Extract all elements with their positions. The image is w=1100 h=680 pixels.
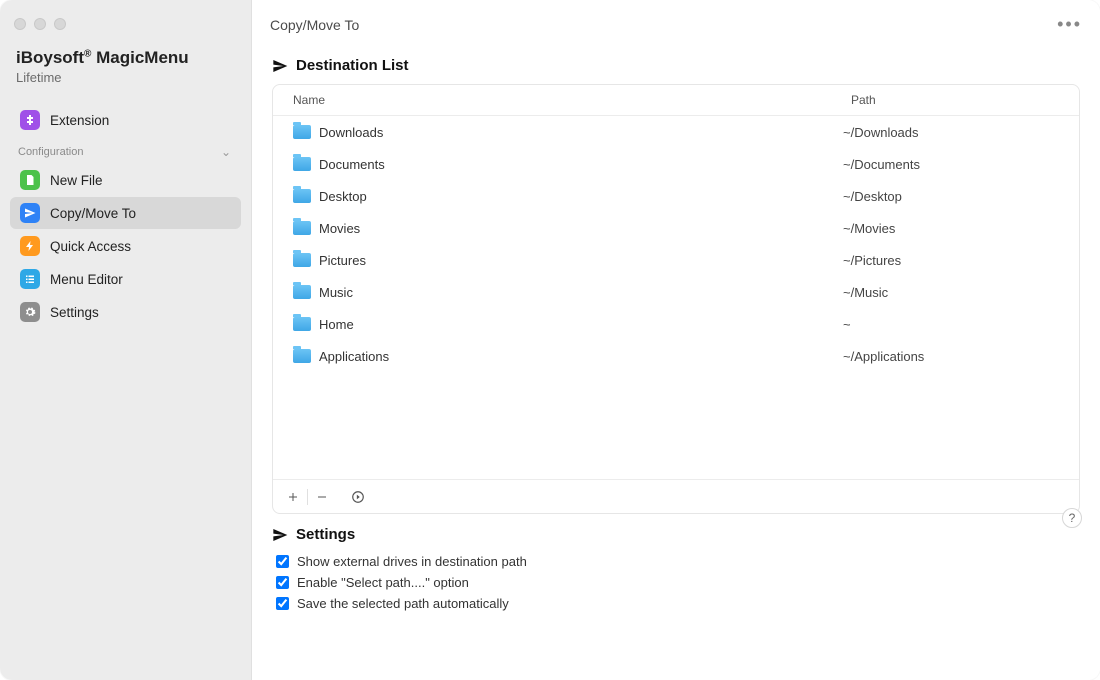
- sidebar-item-label: Quick Access: [50, 239, 131, 254]
- table-body: Downloads ~/Downloads Documents ~/Documents…: [273, 116, 1079, 479]
- sidebar-item-label: Copy/Move To: [50, 206, 136, 221]
- destination-list-heading: Destination List: [252, 43, 1100, 84]
- more-options-button[interactable]: •••: [1057, 14, 1082, 35]
- folder-icon: [293, 349, 311, 363]
- gear-icon: [20, 302, 40, 322]
- sidebar-item-label: Menu Editor: [50, 272, 123, 287]
- app-title: iBoysoft® MagicMenu: [0, 48, 251, 70]
- close-window-button[interactable]: [14, 18, 26, 30]
- minus-icon: [316, 491, 328, 503]
- destination-name: Desktop: [319, 189, 367, 204]
- settings-option[interactable]: Show external drives in destination path: [272, 551, 1080, 572]
- settings-checkbox[interactable]: [276, 597, 289, 610]
- minimize-window-button[interactable]: [34, 18, 46, 30]
- destination-path: ~/Applications: [843, 349, 1079, 364]
- app-window: iBoysoft® MagicMenu Lifetime Extension C…: [0, 0, 1100, 680]
- destination-name: Music: [319, 285, 353, 300]
- window-controls: [0, 8, 251, 48]
- extension-icon: [20, 110, 40, 130]
- remove-destination-button[interactable]: [308, 485, 336, 509]
- sidebar-item-label: Extension: [50, 113, 109, 128]
- settings-heading-text: Settings: [296, 526, 355, 543]
- bolt-icon: [20, 236, 40, 256]
- table-row[interactable]: Movies ~/Movies: [273, 212, 1079, 244]
- destination-list-heading-text: Destination List: [296, 57, 409, 74]
- table-row[interactable]: Applications ~/Applications: [273, 340, 1079, 372]
- destination-name: Movies: [319, 221, 360, 236]
- settings-checkbox[interactable]: [276, 555, 289, 568]
- table-row[interactable]: Desktop ~/Desktop: [273, 180, 1079, 212]
- settings-option[interactable]: Save the selected path automatically: [272, 593, 1080, 614]
- destination-path: ~: [843, 317, 1079, 332]
- settings-checkbox[interactable]: [276, 576, 289, 589]
- destination-path: ~/Documents: [843, 157, 1079, 172]
- destination-path: ~/Movies: [843, 221, 1079, 236]
- sidebar-item-new-file[interactable]: New File: [10, 164, 241, 196]
- column-header-name[interactable]: Name: [273, 85, 843, 115]
- sidebar-item-label: New File: [50, 173, 103, 188]
- sidebar-section-configuration[interactable]: Configuration ⌄: [0, 137, 251, 163]
- add-destination-button[interactable]: [279, 485, 307, 509]
- table-footer: [273, 479, 1079, 513]
- sidebar-section-label: Configuration: [18, 146, 83, 158]
- destination-path: ~/Downloads: [843, 125, 1079, 140]
- sidebar-item-settings[interactable]: Settings: [10, 296, 241, 328]
- table-row[interactable]: Pictures ~/Pictures: [273, 244, 1079, 276]
- license-label: Lifetime: [0, 70, 251, 103]
- table-header: Name Path: [273, 85, 1079, 116]
- sidebar-item-label: Settings: [50, 305, 99, 320]
- chevron-down-icon: ⌄: [221, 145, 231, 159]
- main-pane: Copy/Move To ••• Destination List Name P…: [252, 0, 1100, 680]
- table-row[interactable]: Home ~: [273, 308, 1079, 340]
- settings-heading: Settings: [272, 526, 1080, 543]
- folder-icon: [293, 125, 311, 139]
- folder-icon: [293, 157, 311, 171]
- settings-option[interactable]: Enable "Select path...." option: [272, 572, 1080, 593]
- app-name-suffix: MagicMenu: [96, 48, 189, 67]
- plus-icon: [287, 491, 299, 503]
- sidebar-item-quick-access[interactable]: Quick Access: [10, 230, 241, 262]
- paper-plane-icon: [272, 527, 288, 543]
- destination-path: ~/Desktop: [843, 189, 1079, 204]
- paper-plane-icon: [20, 203, 40, 223]
- list-icon: [20, 269, 40, 289]
- sidebar-item-extension[interactable]: Extension: [10, 104, 241, 136]
- help-button[interactable]: ?: [1062, 508, 1082, 528]
- settings-option-label: Save the selected path automatically: [297, 596, 509, 611]
- settings-option-label: Enable "Select path...." option: [297, 575, 469, 590]
- column-header-path[interactable]: Path: [843, 85, 1079, 115]
- folder-icon: [293, 285, 311, 299]
- destination-name: Applications: [319, 349, 389, 364]
- trademark: ®: [84, 48, 91, 59]
- destination-path: ~/Pictures: [843, 253, 1079, 268]
- destination-path: ~/Music: [843, 285, 1079, 300]
- destination-name: Downloads: [319, 125, 383, 140]
- page-title: Copy/Move To: [270, 17, 359, 33]
- destination-name: Pictures: [319, 253, 366, 268]
- destination-name: Home: [319, 317, 354, 332]
- sidebar: iBoysoft® MagicMenu Lifetime Extension C…: [0, 0, 252, 680]
- file-plus-icon: [20, 170, 40, 190]
- table-row[interactable]: Music ~/Music: [273, 276, 1079, 308]
- destination-name: Documents: [319, 157, 385, 172]
- circle-arrow-icon: [351, 490, 365, 504]
- settings-section: ? Settings Show external drives in desti…: [252, 514, 1100, 624]
- table-row[interactable]: Downloads ~/Downloads: [273, 116, 1079, 148]
- sidebar-item-copy-move-to[interactable]: Copy/Move To: [10, 197, 241, 229]
- sidebar-item-menu-editor[interactable]: Menu Editor: [10, 263, 241, 295]
- settings-option-label: Show external drives in destination path: [297, 554, 527, 569]
- destination-table: Name Path Downloads ~/Downloads Documents ~…: [272, 84, 1080, 514]
- zoom-window-button[interactable]: [54, 18, 66, 30]
- folder-icon: [293, 189, 311, 203]
- main-header: Copy/Move To •••: [252, 0, 1100, 43]
- action-button[interactable]: [344, 485, 372, 509]
- table-row[interactable]: Documents ~/Documents: [273, 148, 1079, 180]
- folder-icon: [293, 221, 311, 235]
- folder-icon: [293, 317, 311, 331]
- folder-icon: [293, 253, 311, 267]
- app-name-prefix: iBoysoft: [16, 48, 84, 67]
- paper-plane-icon: [272, 58, 288, 74]
